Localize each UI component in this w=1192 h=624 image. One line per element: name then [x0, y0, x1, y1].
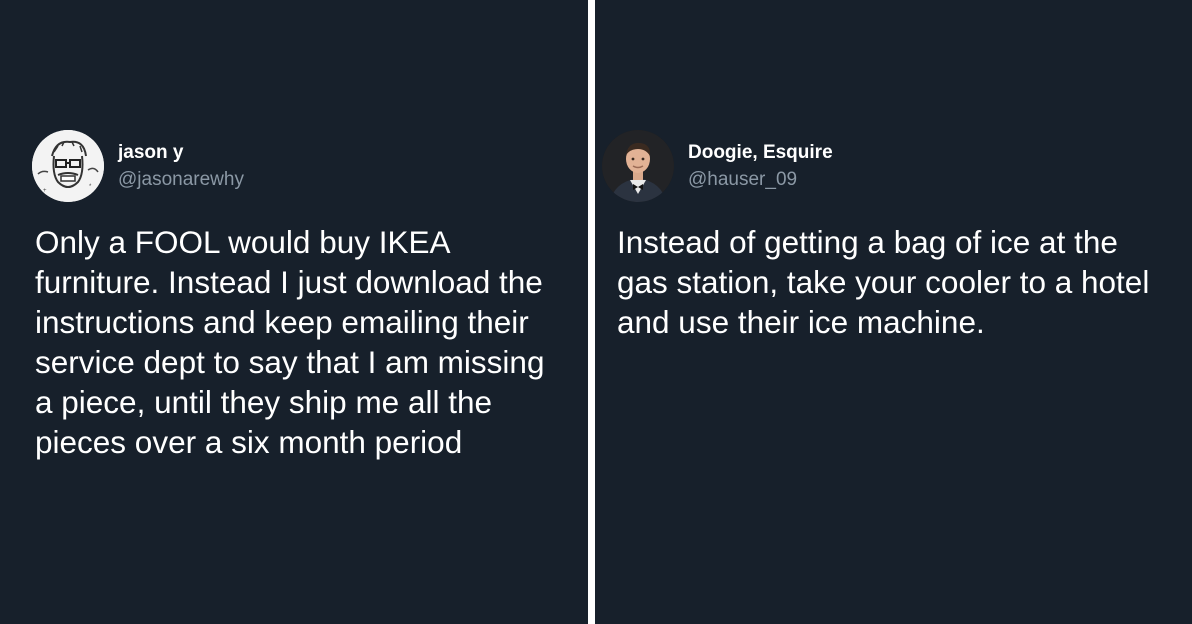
tweet-text: Instead of getting a bag of ice at the g… — [617, 224, 1150, 340]
tweet-card-left: + * jason y @jasonarewhy Only a FOOL wou… — [0, 0, 588, 624]
profile-photo-drawing — [602, 130, 674, 202]
tweet-comparison-image: + * jason y @jasonarewhy Only a FOOL wou… — [0, 0, 1192, 624]
profile-photo-avatar-icon[interactable] — [602, 130, 674, 202]
cartoon-face-drawing: + * — [32, 130, 104, 202]
tweet-text: Only a FOOL would buy IKEA furniture. In… — [35, 224, 545, 460]
author-info: Doogie, Esquire @hauser_09 — [688, 141, 833, 192]
cartoon-face-avatar-icon[interactable]: + * — [32, 130, 104, 202]
tweet-header: + * jason y @jasonarewhy — [0, 130, 588, 204]
author-display-name[interactable]: jason y — [118, 141, 244, 165]
svg-text:+: + — [43, 188, 47, 194]
tweet-header: Doogie, Esquire @hauser_09 — [595, 130, 1192, 204]
author-display-name[interactable]: Doogie, Esquire — [688, 141, 833, 165]
author-handle[interactable]: @jasonarewhy — [118, 168, 244, 192]
tweet-card-right: Doogie, Esquire @hauser_09 Instead of ge… — [595, 0, 1192, 624]
author-info: jason y @jasonarewhy — [118, 141, 244, 192]
panel-divider — [588, 0, 595, 624]
author-handle[interactable]: @hauser_09 — [688, 168, 833, 192]
